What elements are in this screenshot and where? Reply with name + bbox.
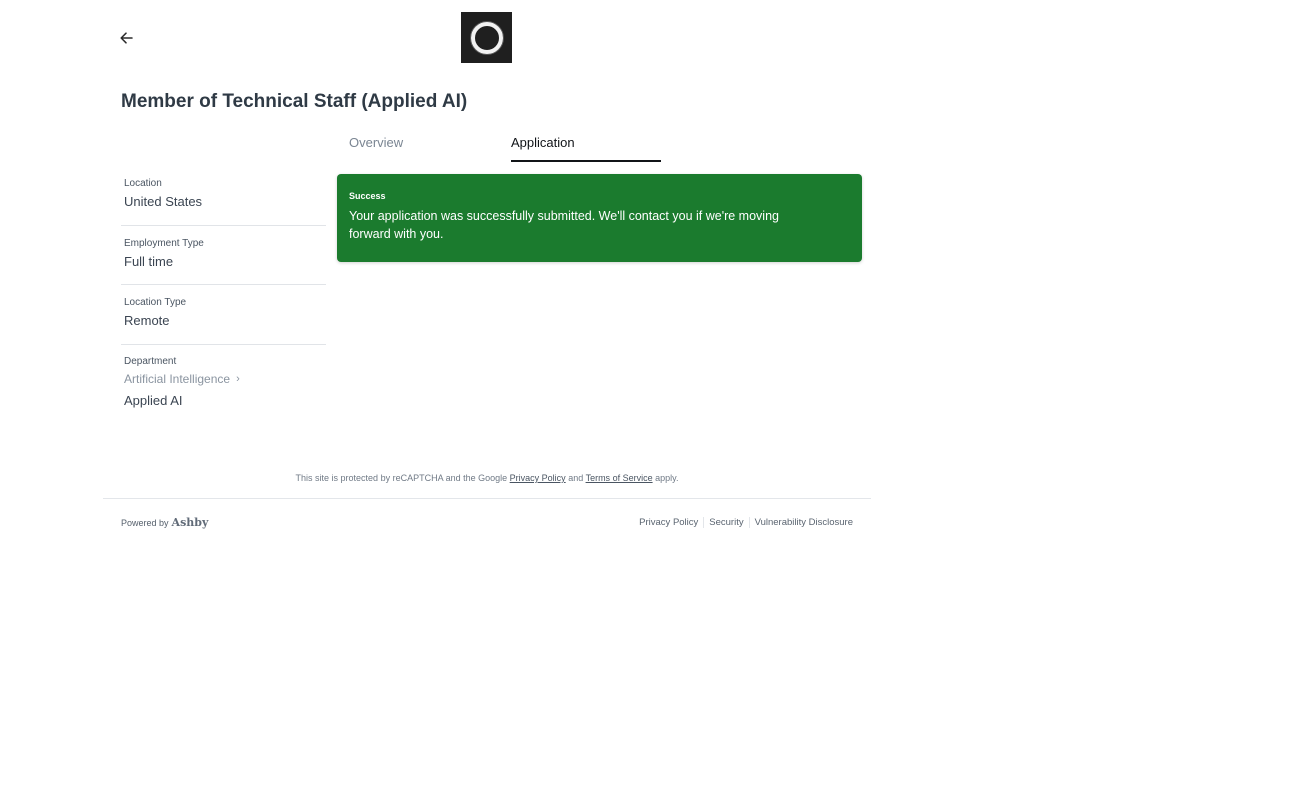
tab-application[interactable]: Application [511,130,661,162]
success-message: Your application was successfully submit… [349,209,779,241]
footer-vulnerability-disclosure-link[interactable]: Vulnerability Disclosure [748,517,853,528]
employment-type-value: Full time [124,254,174,269]
company-logo[interactable] [461,12,512,63]
job-tabs: Overview Application [337,130,662,162]
success-banner: Success Your application was successfull… [337,174,862,262]
footer-links: Privacy Policy Security Vulnerability Di… [634,517,853,528]
recaptcha-prefix: This site is protected by reCAPTCHA and … [295,473,508,483]
footer-security-link[interactable]: Security [703,517,748,528]
department-value: Applied AI [124,393,183,408]
department-parent: Artificial Intelligence › [124,372,323,386]
job-details-sidebar: Location United States Employment Type F… [121,176,326,408]
back-button[interactable] [112,26,140,50]
recaptcha-and: and [568,473,584,483]
success-title: Success [349,191,386,201]
job-application-page: Member of Technical Staff (Applied AI) O… [0,0,1297,785]
location-block: Location United States [121,176,326,226]
google-terms-link[interactable]: Terms of Service [586,473,653,483]
location-type-block: Location Type Remote [121,285,326,345]
footer-divider [103,498,871,499]
department-parent-label: Artificial Intelligence [124,372,231,386]
recaptcha-notice: This site is protected by reCAPTCHA and … [0,473,974,483]
employment-type-block: Employment Type Full time [121,226,326,285]
arrow-left-icon [119,32,133,44]
chevron-right-icon: › [236,373,240,385]
footer-privacy-policy-link[interactable]: Privacy Policy [634,517,703,528]
powered-by-label: Powered by [121,518,169,528]
department-label: Department [124,356,177,367]
ring-logo-icon [469,20,504,55]
powered-by: Powered by Ashby [121,516,208,529]
department-block: Department Artificial Intelligence › App… [121,345,326,408]
recaptcha-suffix: apply. [655,473,679,483]
page-title: Member of Technical Staff (Applied AI) [121,91,468,112]
google-privacy-policy-link[interactable]: Privacy Policy [510,473,566,483]
location-value: United States [124,194,203,209]
employment-type-label: Employment Type [124,238,204,249]
location-type-value: Remote [124,313,170,328]
ashby-logo[interactable]: Ashby [172,516,209,529]
location-label: Location [124,178,162,189]
tab-overview[interactable]: Overview [349,130,499,162]
location-type-label: Location Type [124,297,187,308]
